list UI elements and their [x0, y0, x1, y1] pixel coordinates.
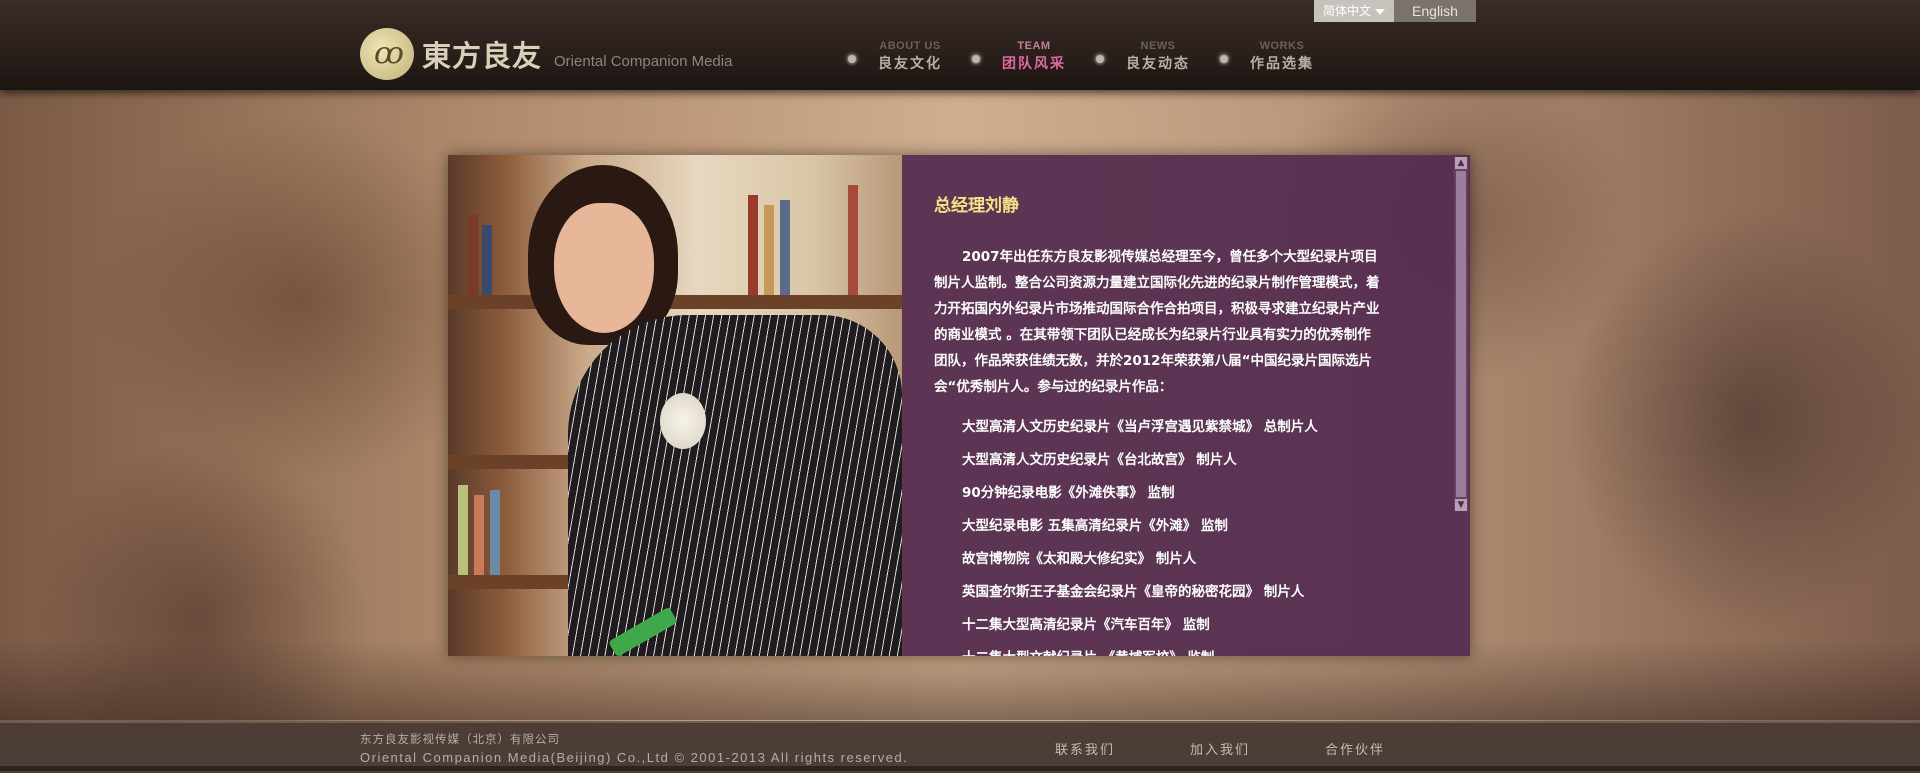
list-item: 大型高清人文历史纪录片《台北故宫》 制片人: [962, 452, 1237, 468]
book: [764, 205, 774, 295]
profile-intro: 2007年出任东方良友影视传媒总经理至今，曾任多个大型纪录片项目制片人监制。整合…: [934, 249, 1380, 395]
nav-item-news[interactable]: NEWS 良友动态: [1096, 40, 1220, 73]
book: [474, 495, 484, 575]
nav-item-about[interactable]: ABOUT US 良友文化: [848, 40, 972, 73]
footer-links: 联系我们 加入我们 合作伙伴: [1055, 739, 1460, 758]
scrollbar[interactable]: ▲ ▼: [1454, 157, 1468, 511]
logo-english-name: Oriental Companion Media: [554, 52, 733, 70]
footer-bottom-bar: [0, 766, 1920, 771]
book: [468, 215, 478, 295]
logo-chinese-name: 東方良友: [422, 39, 543, 73]
nav-dot-icon: [972, 55, 980, 63]
book: [780, 200, 790, 295]
book: [490, 490, 500, 575]
nav-item-chinese: 良友文化: [878, 56, 942, 72]
language-chinese-label: 简体中文: [1322, 4, 1371, 18]
profile-title: 总经理刘静: [934, 196, 1019, 216]
language-english-button[interactable]: English: [1394, 0, 1476, 22]
list-item: 大型高清人文历史纪录片《当卢浮宫遇见紫禁城》 总制片人: [962, 419, 1318, 435]
nav-item-english: TEAM: [1017, 40, 1051, 52]
language-chinese-dropdown[interactable]: 简体中文: [1314, 0, 1394, 22]
list-item: 十二集大型文献纪录片 《黄埔军校》 监制: [962, 642, 1318, 656]
book: [482, 225, 492, 295]
nav-dot-icon: [1220, 55, 1228, 63]
nav-dot-icon: [1096, 55, 1104, 63]
list-item: 英国查尔斯王子基金会纪录片《皇帝的秘密花园》 制片人: [962, 584, 1305, 600]
chevron-down-icon: [1375, 8, 1385, 15]
scroll-down-icon[interactable]: ▼: [1455, 499, 1467, 511]
scrollbar-thumb[interactable]: [1456, 171, 1466, 497]
nav-item-english: WORKS: [1259, 40, 1305, 52]
person-jacket: [568, 315, 902, 656]
footer-company-name: 东方良友影视传媒（北京）有限公司: [360, 732, 560, 746]
book: [748, 195, 758, 295]
logo[interactable]: ꝏ 東方良友 Oriental Companion Media: [360, 28, 732, 80]
nav-item-chinese: 作品选集: [1250, 56, 1314, 72]
main-nav: ABOUT US 良友文化 TEAM 团队风采 NEWS 良友动态 WORKS …: [848, 40, 1344, 73]
nav-item-english: NEWS: [1140, 40, 1176, 52]
flower-brooch: [660, 393, 706, 449]
footer-link-partners[interactable]: 合作伙伴: [1325, 739, 1460, 758]
profile-panel: 总经理刘静 2007年出任东方良友影视传媒总经理至今，曾任多个大型纪录片项目制片…: [448, 155, 1470, 656]
list-item: 90分钟纪录电影《外滩佚事》 监制: [962, 485, 1175, 501]
nav-item-chinese: 良友动态: [1126, 56, 1190, 72]
nav-dot-icon: [848, 55, 856, 63]
nav-item-english: ABOUT US: [879, 40, 941, 52]
nav-item-chinese: 团队风采: [1002, 56, 1066, 72]
logo-mark-icon: ꝏ: [360, 28, 414, 80]
scroll-up-icon[interactable]: ▲: [1455, 157, 1467, 169]
nav-item-works[interactable]: WORKS 作品选集: [1220, 40, 1344, 73]
list-item: 大型纪录电影 五集高清纪录片《外滩》 监制: [962, 518, 1228, 534]
profile-photo: [448, 155, 902, 656]
profile-text-area[interactable]: 总经理刘静 2007年出任东方良友影视传媒总经理至今，曾任多个大型纪录片项目制片…: [902, 155, 1470, 656]
nav-item-team[interactable]: TEAM 团队风采: [972, 40, 1096, 73]
person-face: [554, 203, 654, 333]
footer-link-join[interactable]: 加入我们: [1190, 739, 1325, 758]
book: [848, 185, 858, 295]
bookshelf-plank: [448, 295, 902, 309]
book: [458, 485, 468, 575]
works-list: 大型高清人文历史纪录片《当卢浮宫遇见紫禁城》 总制片人 大型高清人文历史纪录片《…: [962, 411, 1318, 656]
language-switcher: 简体中文 English: [1314, 0, 1476, 22]
footer-link-contact[interactable]: 联系我们: [1055, 739, 1190, 758]
site-header: ꝏ 東方良友 Oriental Companion Media ABOUT US…: [0, 0, 1920, 90]
list-item: 故宫博物院《太和殿大修纪实》 制片人: [962, 551, 1197, 567]
footer-copyright: Oriental Companion Media(Beijing) Co.,Lt…: [360, 750, 909, 765]
list-item: 十二集大型高清纪录片《汽车百年》 监制: [962, 617, 1210, 633]
